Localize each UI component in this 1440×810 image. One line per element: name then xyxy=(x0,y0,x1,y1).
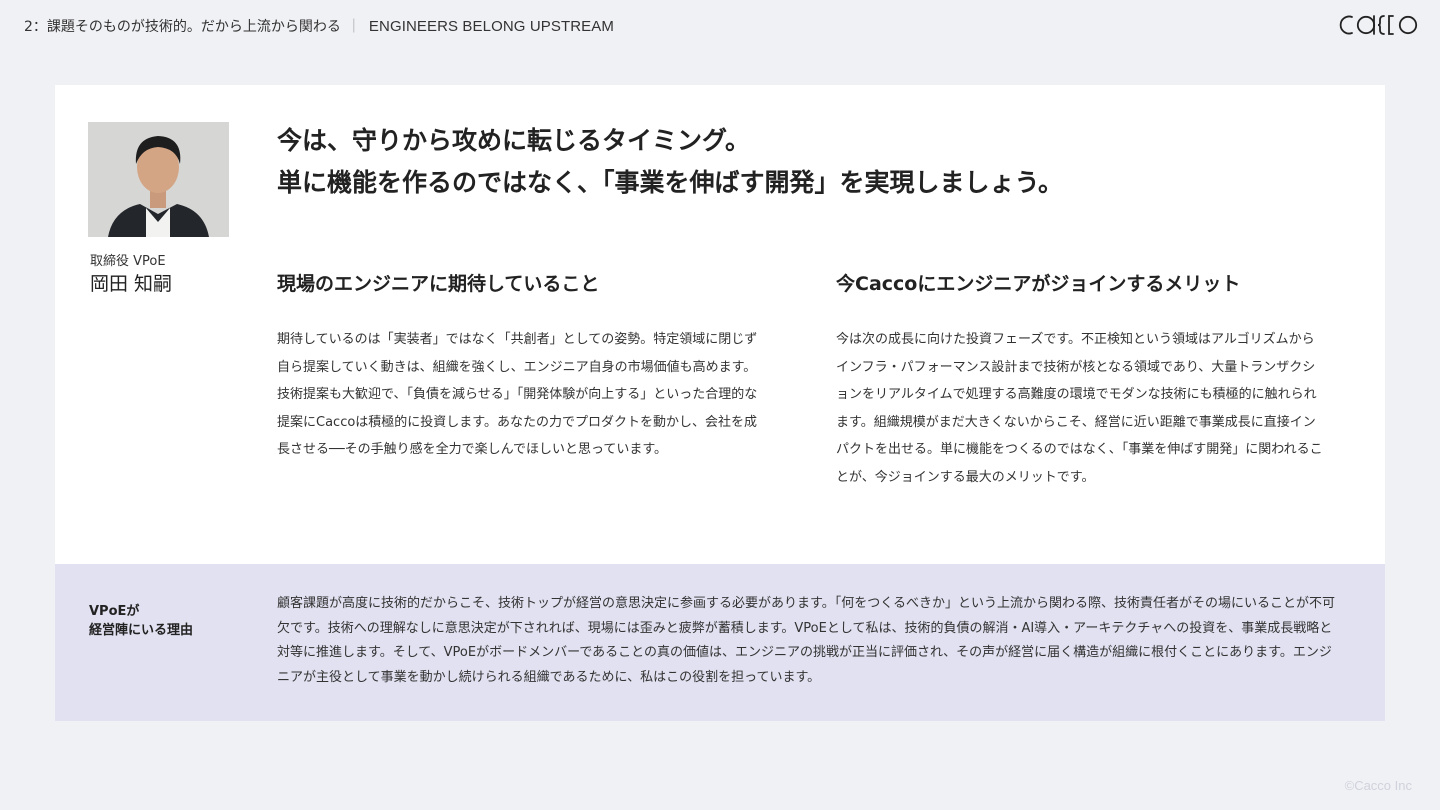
cacco-logo xyxy=(1339,15,1418,35)
reason-label-line-1: VPoEが xyxy=(89,604,140,619)
benefits-column: 今Caccoにエンジニアがジョインするメリット 今は次の成長に向けた投資フェーズ… xyxy=(836,269,1326,491)
reason-label: VPoEが 経営陣にいる理由 xyxy=(89,602,193,640)
headline-line-2: 単に機能を作るのではなく、「事業を伸ばす開発」を実現しましょう。 xyxy=(277,168,1064,197)
copyright: ©Cacco Inc xyxy=(1344,778,1412,793)
reason-label-line-2: 経営陣にいる理由 xyxy=(89,623,194,638)
profile-photo xyxy=(88,122,229,237)
expectations-body: 期待しているのは「実装者」ではなく「共創者」としての姿勢。特定領域に閉じず自ら提… xyxy=(277,332,758,457)
expectations-title: 現場のエンジニアに期待していること xyxy=(277,273,600,295)
expectations-column: 現場のエンジニアに期待していること 期待しているのは「実装者」ではなく「共創者」… xyxy=(277,269,767,464)
profile-role: 取締役 VPoE xyxy=(90,254,166,269)
benefits-body: 今は次の成長に向けた投資フェーズです。不正検知という領域はアルゴリズムからインフ… xyxy=(836,332,1323,485)
reason-body: 顧客課題が高度に技術的だからこそ、技術トップが経営の意思決定に参画する必要があり… xyxy=(277,596,1335,685)
header-separator: ｜ xyxy=(346,19,361,35)
section-title-en: ENGINEERS BELONG UPSTREAM xyxy=(368,17,614,35)
profile-name: 岡田 知嗣 xyxy=(90,273,173,295)
content-card: 取締役 VPoE 岡田 知嗣 今は、守りから攻めに転じるタイミング。 単に機能を… xyxy=(55,85,1385,721)
section-title: 2：課題そのものが技術的。だから上流から関わる xyxy=(24,19,341,35)
headline: 今は、守りから攻めに転じるタイミング。 単に機能を作るのではなく、「事業を伸ばす… xyxy=(277,120,1337,204)
benefits-title: 今Caccoにエンジニアがジョインするメリット xyxy=(836,273,1241,295)
headline-line-1: 今は、守りから攻めに転じるタイミング。 xyxy=(277,126,751,155)
page-header: 2：課題そのものが技術的。だから上流から関わる ｜ ENGINEERS BELO… xyxy=(24,14,614,38)
reason-band: VPoEが 経営陣にいる理由 顧客課題が高度に技術的だからこそ、技術トップが経営… xyxy=(55,564,1385,721)
